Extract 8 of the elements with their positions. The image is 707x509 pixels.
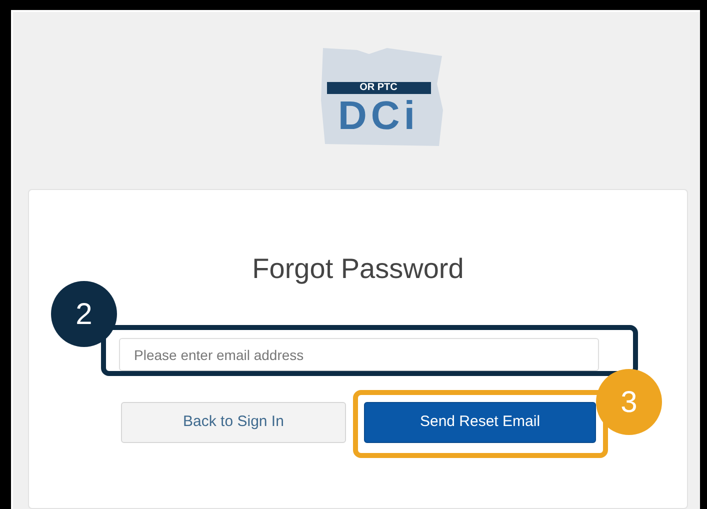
send-button[interactable]: Send Reset Email <box>364 402 596 443</box>
logo-banner: OR PTC <box>326 82 430 94</box>
callout-number: 2 <box>51 281 117 347</box>
page-title: Forgot Password <box>252 252 464 286</box>
logo-letters: DCi <box>337 94 420 138</box>
callout-number: 3 <box>596 369 662 435</box>
email-field[interactable]: Please enter email address <box>119 338 599 371</box>
back-button[interactable]: Back to Sign In <box>121 402 346 443</box>
